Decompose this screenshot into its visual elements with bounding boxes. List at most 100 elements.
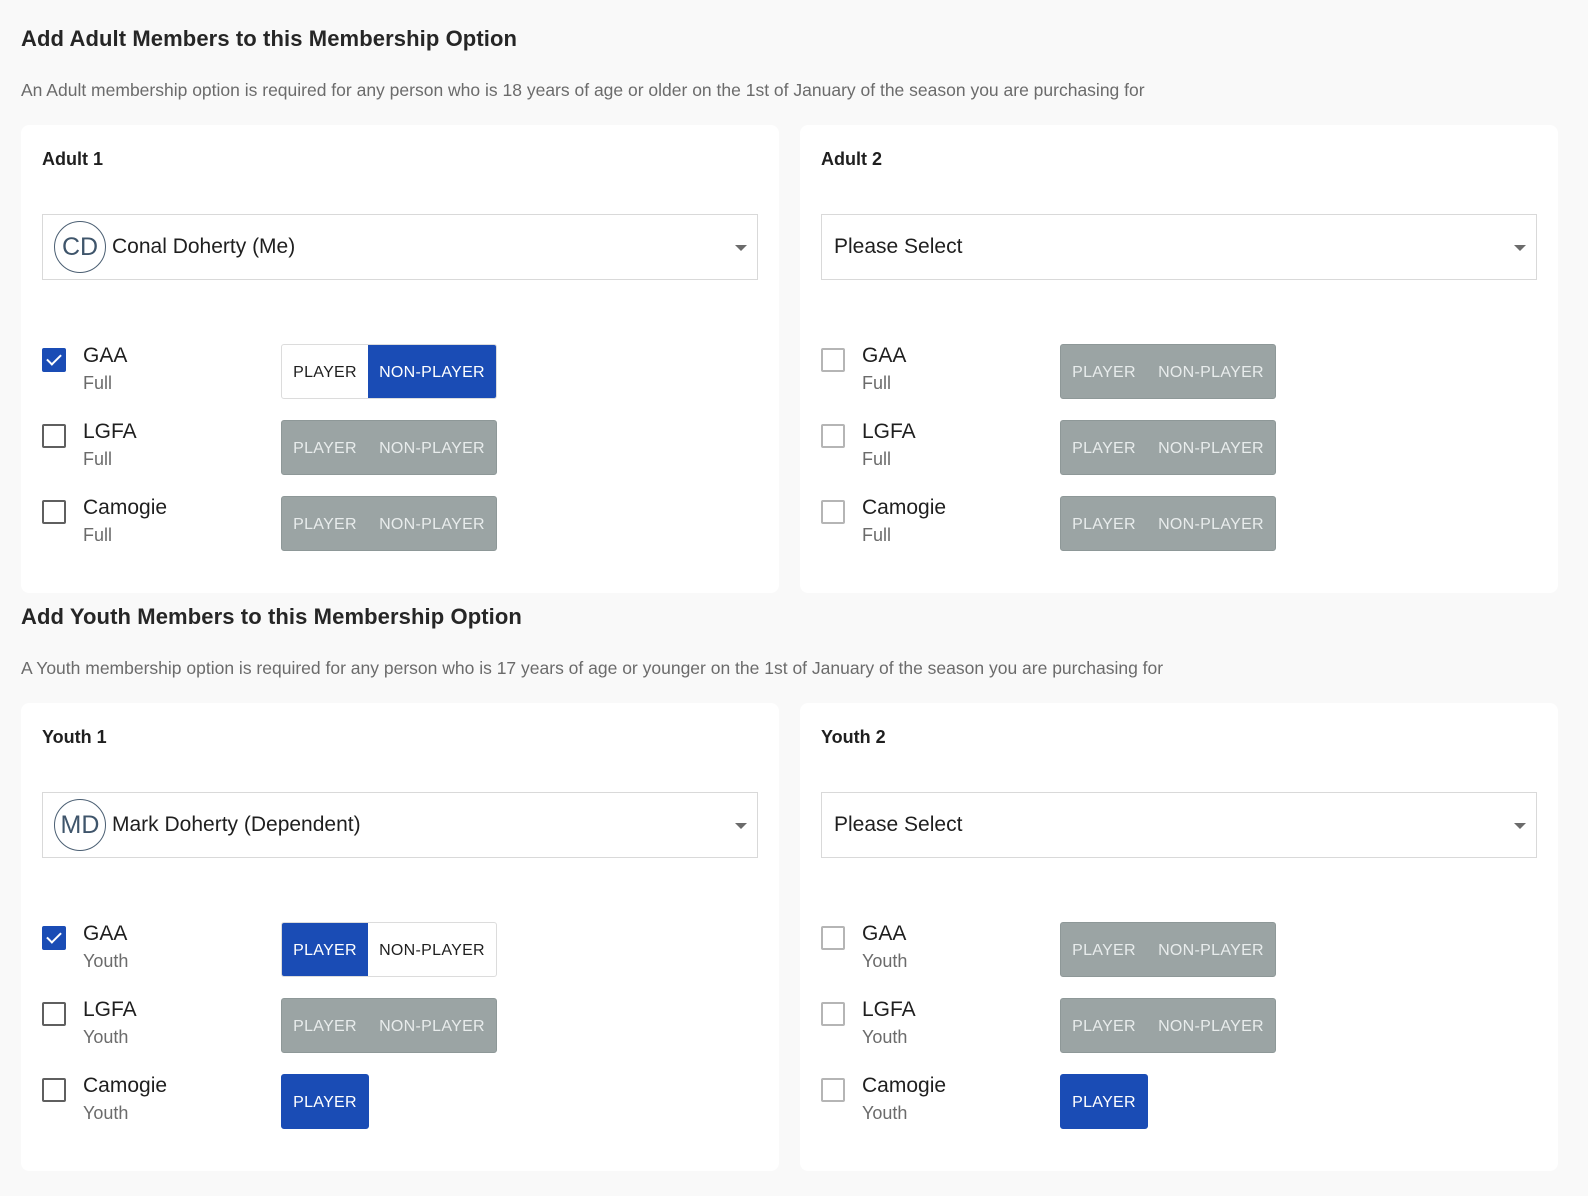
category-name: LGFA xyxy=(83,420,137,443)
category-name: GAA xyxy=(83,344,128,367)
category-type: Youth xyxy=(862,1027,908,1047)
youth-2-row-camogie: Camogie Youth PLAYER xyxy=(821,1074,1521,1130)
player-type-toggle: PLAYER NON-PLAYER xyxy=(281,998,497,1053)
category-name: GAA xyxy=(862,344,907,367)
non-player-button[interactable]: NON-PLAYER xyxy=(1147,999,1275,1052)
non-player-button[interactable]: NON-PLAYER xyxy=(368,999,496,1052)
player-button[interactable]: PLAYER xyxy=(282,421,368,474)
player-button[interactable]: PLAYER xyxy=(282,923,368,976)
adult-section-description: An Adult membership option is required f… xyxy=(21,80,1145,100)
category-type: Full xyxy=(83,449,113,469)
non-player-button[interactable]: NON-PLAYER xyxy=(1147,421,1275,474)
category-type: Youth xyxy=(83,951,129,971)
chevron-down-icon xyxy=(735,245,747,251)
non-player-button[interactable]: NON-PLAYER xyxy=(368,497,496,550)
category-type: Full xyxy=(83,525,113,545)
category-type: Full xyxy=(862,449,892,469)
camogie-checkbox[interactable] xyxy=(821,1078,845,1102)
gaa-checkbox[interactable] xyxy=(42,926,66,950)
youth-1-row-gaa: GAA Youth PLAYER NON-PLAYER xyxy=(42,922,742,978)
player-type-toggle: PLAYER NON-PLAYER xyxy=(281,922,497,977)
adult-2-member-select[interactable]: Please Select xyxy=(821,214,1537,280)
youth-2-row-lgfa: LGFA Youth PLAYER NON-PLAYER xyxy=(821,998,1521,1054)
non-player-button[interactable]: NON-PLAYER xyxy=(368,421,496,474)
adult-1-row-lgfa: LGFA Full PLAYER NON-PLAYER xyxy=(42,420,742,476)
player-type-toggle: PLAYER NON-PLAYER xyxy=(1060,922,1276,977)
youth-2-title: Youth 2 xyxy=(821,727,886,747)
player-type-toggle: PLAYER NON-PLAYER xyxy=(1060,998,1276,1053)
category-name: Camogie xyxy=(83,496,168,519)
player-button[interactable]: PLAYER xyxy=(1061,421,1147,474)
adult-2-title: Adult 2 xyxy=(821,149,882,169)
checkmark-icon xyxy=(46,350,62,366)
youth-section-title: Add Youth Members to this Membership Opt… xyxy=(21,604,522,629)
category-type: Full xyxy=(862,373,892,393)
category-name: GAA xyxy=(862,922,907,945)
lgfa-checkbox[interactable] xyxy=(821,1002,845,1026)
non-player-button[interactable]: NON-PLAYER xyxy=(368,923,496,976)
player-type-toggle: PLAYER NON-PLAYER xyxy=(281,420,497,475)
player-type-toggle: PLAYER NON-PLAYER xyxy=(281,496,497,551)
adult-1-row-camogie: Camogie Full PLAYER NON-PLAYER xyxy=(42,496,742,552)
gaa-checkbox[interactable] xyxy=(42,348,66,372)
youth-2-card: Youth 2 Please Select GAA Youth PLAYER N… xyxy=(800,703,1558,1171)
adult-1-member-select[interactable]: CD Conal Doherty (Me) xyxy=(42,214,758,280)
player-button[interactable]: PLAYER xyxy=(1061,345,1147,398)
avatar: CD xyxy=(54,221,106,273)
camogie-checkbox[interactable] xyxy=(42,500,66,524)
category-type: Youth xyxy=(83,1027,129,1047)
gaa-checkbox[interactable] xyxy=(821,348,845,372)
adult-2-row-camogie: Camogie Full PLAYER NON-PLAYER xyxy=(821,496,1521,552)
selected-member: Conal Doherty (Me) xyxy=(112,235,296,258)
lgfa-checkbox[interactable] xyxy=(42,1002,66,1026)
checkmark-icon xyxy=(46,928,62,944)
adult-1-card: Adult 1 CD Conal Doherty (Me) GAA Full P… xyxy=(21,125,779,593)
youth-section-description: A Youth membership option is required fo… xyxy=(21,658,1164,678)
select-placeholder: Please Select xyxy=(834,235,963,258)
player-button[interactable]: PLAYER xyxy=(1061,497,1147,550)
non-player-button[interactable]: NON-PLAYER xyxy=(1147,923,1275,976)
youth-2-member-select[interactable]: Please Select xyxy=(821,792,1537,858)
adult-1-row-gaa: GAA Full PLAYER NON-PLAYER xyxy=(42,344,742,400)
category-name: Camogie xyxy=(862,496,947,519)
selected-member: Mark Doherty (Dependent) xyxy=(112,813,361,836)
camogie-checkbox[interactable] xyxy=(821,500,845,524)
category-name: LGFA xyxy=(83,998,137,1021)
player-button[interactable]: PLAYER xyxy=(1061,1075,1147,1128)
category-name: Camogie xyxy=(862,1074,947,1097)
category-name: LGFA xyxy=(862,998,916,1021)
player-button[interactable]: PLAYER xyxy=(1061,923,1147,976)
category-type: Youth xyxy=(83,1103,129,1123)
lgfa-checkbox[interactable] xyxy=(42,424,66,448)
category-name: Camogie xyxy=(83,1074,168,1097)
non-player-button[interactable]: NON-PLAYER xyxy=(368,345,496,398)
category-type: Full xyxy=(83,373,113,393)
chevron-down-icon xyxy=(1514,245,1526,251)
category-type: Full xyxy=(862,525,892,545)
player-button[interactable]: PLAYER xyxy=(1061,999,1147,1052)
gaa-checkbox[interactable] xyxy=(821,926,845,950)
player-type-toggle: PLAYER NON-PLAYER xyxy=(1060,344,1276,399)
category-type: Youth xyxy=(862,951,908,971)
chevron-down-icon xyxy=(735,823,747,829)
chevron-down-icon xyxy=(1514,823,1526,829)
category-name: LGFA xyxy=(862,420,916,443)
select-placeholder: Please Select xyxy=(834,813,963,836)
non-player-button[interactable]: NON-PLAYER xyxy=(1147,345,1275,398)
player-button[interactable]: PLAYER xyxy=(282,345,368,398)
player-button[interactable]: PLAYER xyxy=(282,1075,368,1128)
youth-1-title: Youth 1 xyxy=(42,727,107,747)
youth-1-member-select[interactable]: MD Mark Doherty (Dependent) xyxy=(42,792,758,858)
lgfa-checkbox[interactable] xyxy=(821,424,845,448)
player-type-toggle: PLAYER xyxy=(281,1074,369,1129)
player-button[interactable]: PLAYER xyxy=(282,999,368,1052)
adult-section-title: Add Adult Members to this Membership Opt… xyxy=(21,26,518,51)
avatar: MD xyxy=(54,799,106,851)
adult-2-card: Adult 2 Please Select GAA Full PLAYER NO… xyxy=(800,125,1558,593)
youth-1-card: Youth 1 MD Mark Doherty (Dependent) GAA … xyxy=(21,703,779,1171)
player-type-toggle: PLAYER NON-PLAYER xyxy=(1060,496,1276,551)
player-button[interactable]: PLAYER xyxy=(282,497,368,550)
non-player-button[interactable]: NON-PLAYER xyxy=(1147,497,1275,550)
adult-1-title: Adult 1 xyxy=(42,149,103,169)
camogie-checkbox[interactable] xyxy=(42,1078,66,1102)
